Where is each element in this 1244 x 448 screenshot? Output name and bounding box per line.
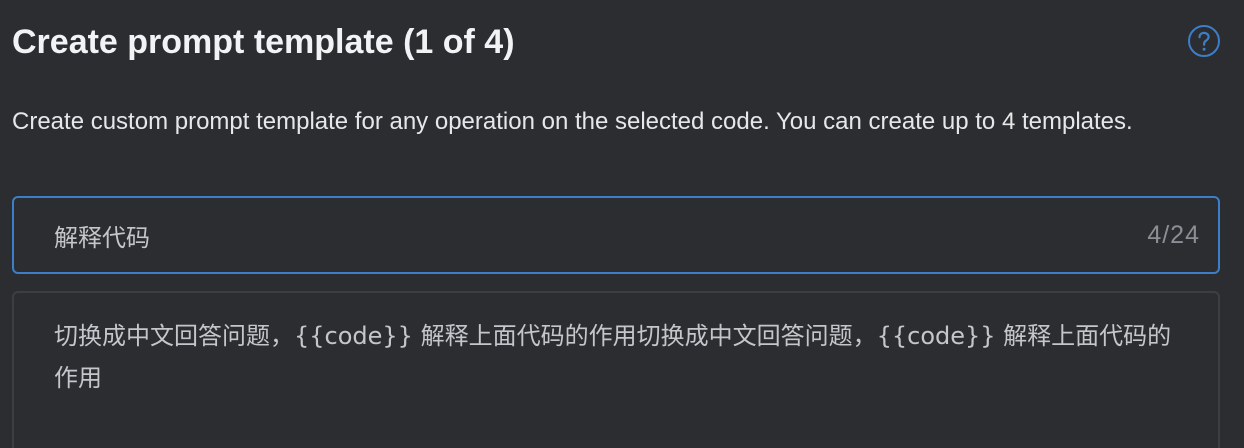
help-circle-icon xyxy=(1188,25,1220,57)
create-prompt-template-panel: Create prompt template (1 of 4) Create c… xyxy=(0,0,1244,448)
template-name-field[interactable]: 4/24 xyxy=(12,196,1220,274)
help-button[interactable] xyxy=(1187,24,1221,58)
character-counter: 4/24 xyxy=(1147,221,1200,249)
template-name-input[interactable] xyxy=(54,198,1094,272)
description-text: Create custom prompt template for any op… xyxy=(12,108,1133,135)
page-title: Create prompt template (1 of 4) xyxy=(12,23,515,61)
prompt-text[interactable]: 切换成中文回答问题，{{code}} 解释上面代码的作用切换成中文回答问题，{{… xyxy=(54,315,1194,399)
prompt-textarea[interactable]: 切换成中文回答问题，{{code}} 解释上面代码的作用切换成中文回答问题，{{… xyxy=(12,291,1220,448)
